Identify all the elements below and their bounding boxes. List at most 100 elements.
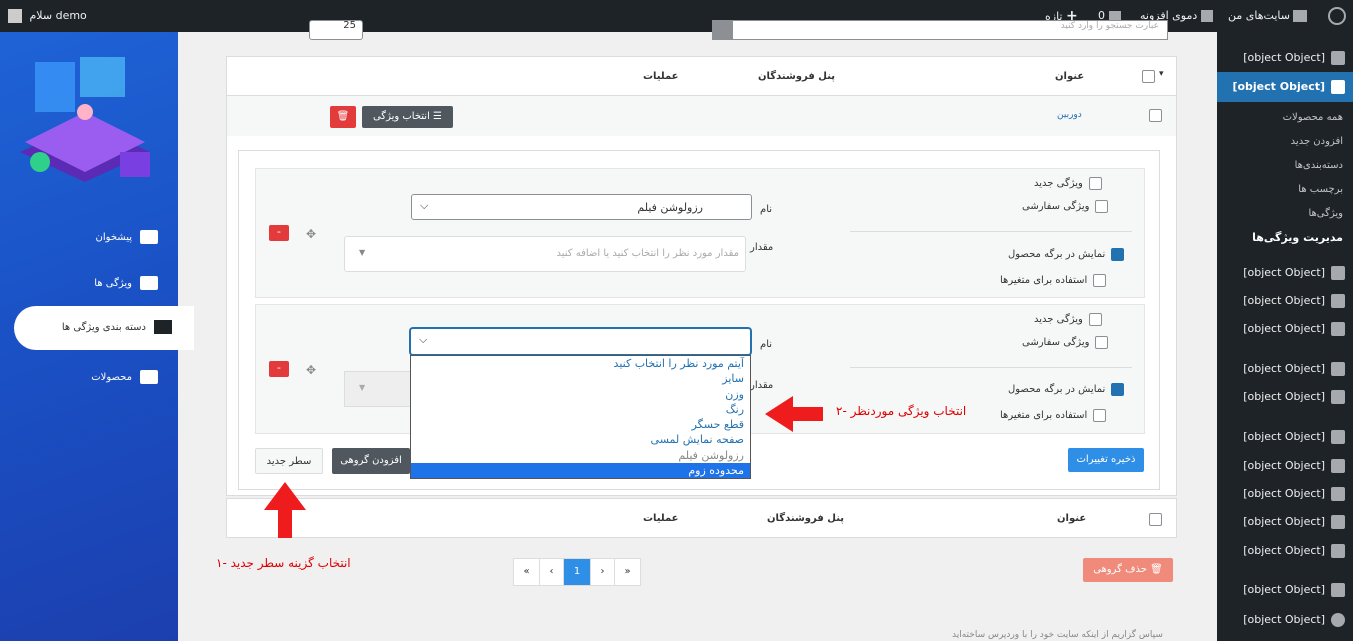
checkbox[interactable] [1093,409,1107,422]
checkbox[interactable] [1095,336,1109,349]
select-all-checkbox[interactable] [1142,70,1155,83]
dropdown-option[interactable]: قطع حسگر [411,417,750,432]
save-changes-button[interactable]: ذخیره تغییرات [1068,448,1144,472]
menu-settings[interactable]: [object Object] [1243,538,1345,564]
menu-woo-persian[interactable]: [object Object] [1243,260,1345,286]
column-vendor[interactable]: پنل فروشندگان [758,71,835,82]
menu-elementor[interactable]: [object Object] [1243,356,1345,382]
admin-menu: [object Object] [object Object] همه محصو… [1217,32,1353,641]
menu-products-active[interactable]: [object Object] [1217,72,1353,102]
column-title[interactable]: عنوان [1057,513,1086,524]
show-on-product-option[interactable]: نمایش در برگه محصول [1008,248,1125,261]
search-button[interactable] [712,20,732,40]
checkbox-checked[interactable] [1111,383,1125,396]
column-actions: عملیات [643,71,679,82]
chevron-down-icon: ⌵ [419,333,428,346]
use-for-variations-option[interactable]: استفاده برای متغیرها [1000,409,1107,422]
menu-collapse[interactable]: [object Object] [1243,607,1345,633]
dropdown-option[interactable]: رزولوشن فیلم [411,448,750,463]
attribute-name-select-open[interactable]: ⌵ [410,328,751,355]
column-title[interactable]: عنوان [1055,71,1084,82]
custom-attr-option[interactable]: ویژگی سفارشی [1022,200,1109,213]
show-on-product-option[interactable]: نمایش در برگه محصول [1008,383,1125,396]
select-attribute-button[interactable]: انتخاب ویژگی ☰ [362,106,453,128]
cart-icon [140,370,158,384]
table-footer: عنوان پنل فروشندگان عملیات [226,498,1177,538]
submenu-categories[interactable]: دسته‌بندی‌ها [1295,160,1343,171]
row-checkbox[interactable] [1149,109,1162,122]
per-page-select[interactable]: 25 [309,20,363,40]
first-page-button[interactable]: « [514,559,540,585]
checkbox[interactable] [1088,177,1102,190]
search-input[interactable]: عبارت جستجو را وارد کنید [732,20,1168,40]
custom-attr-option[interactable]: ویژگی سفارشی [1022,336,1109,349]
footer-text: سپاس گزاریم از اینکه سایت خود را با وردپ… [952,630,1163,640]
user-icon [1331,487,1345,501]
submenu-add-new[interactable]: افزودن جدید [1291,136,1343,147]
new-attr-option[interactable]: ویژگی جدید [1034,177,1102,190]
dropdown-option[interactable]: صفحه نمایش لمسی [411,432,750,447]
checkbox[interactable] [1088,313,1102,326]
menu-elementor-persian[interactable]: [object Object] [1243,424,1345,450]
table-row: دوربین انتخاب ویژگی ☰ 🗑 [226,96,1177,136]
dropdown-option[interactable]: آیتم مورد نظر را انتخاب کنید [411,356,750,371]
menu-aam[interactable]: [object Object] [1243,577,1345,603]
submenu-all-products[interactable]: همه محصولات [1283,112,1343,123]
menu-templates[interactable]: [object Object] [1243,384,1345,410]
menu-users[interactable]: [object Object] [1243,481,1345,507]
divider [850,367,1132,368]
menu-tools[interactable]: [object Object] [1243,509,1345,535]
dropdown-option[interactable]: وزن [411,387,750,402]
remove-row-icon[interactable]: - [269,225,289,241]
menu-label: [object Object] [1243,390,1325,403]
up-arrow-annotation [264,482,306,538]
menu-label: [object Object] [1243,294,1325,307]
prev-page-button[interactable]: ‹ [540,559,564,585]
dropdown-option[interactable]: سایز [411,371,750,386]
column-actions: عملیات [643,513,679,524]
menu-woocommerce[interactable]: [object Object] [1243,45,1345,71]
dropdown-option[interactable]: رنگ [411,402,750,417]
menu-appearance[interactable]: [object Object] [1243,453,1345,479]
row-title-link[interactable]: دوربین [1057,110,1082,120]
sidebar-item-attribute-categories[interactable]: دسته بندی ویژگی ها [14,306,194,350]
attribute-value-select-disabled[interactable]: ▼ [344,371,414,407]
wordpress-logo-icon[interactable] [1328,0,1346,32]
drag-handle-icon[interactable]: ✥ [306,227,316,241]
label: ویژگی جدید [1034,178,1083,189]
wrench-icon [1331,515,1345,529]
checkbox-checked[interactable] [1111,248,1125,261]
new-row-button[interactable]: سطر جدید [255,448,323,474]
user-greeting[interactable]: سلام demo [8,0,87,32]
use-for-variations-option[interactable]: استفاده برای متغیرها [1000,274,1107,287]
list-icon [140,276,158,290]
sidebar-item-attributes[interactable]: ویژگی ها [94,276,158,290]
dropdown-option[interactable]: محدوده زوم [411,463,750,478]
pagination: « ‹ 1 › » [513,558,641,586]
new-attr-option[interactable]: ویژگی جدید [1034,313,1102,326]
attribute-value-select[interactable]: مقدار مورد نظر را انتخاب کنید یا اضافه ک… [344,236,746,272]
next-page-button[interactable]: › [590,559,614,585]
remove-row-icon[interactable]: - [269,361,289,377]
last-page-button[interactable]: » [614,559,640,585]
group-add-button[interactable]: افزودن گروهی [332,448,410,474]
select-all-checkbox[interactable] [1149,513,1162,526]
sidebar-item-products[interactable]: محصولات [91,370,158,384]
drag-handle-icon[interactable]: ✥ [306,363,316,377]
my-sites-link[interactable]: سایت‌های من [1228,0,1308,32]
bulk-delete-button[interactable]: حذف گروهی 🗑 [1083,558,1173,582]
page-1-button[interactable]: 1 [564,559,590,585]
menu-label: [object Object] [1243,487,1325,500]
column-vendor[interactable]: پنل فروشندگان [767,513,844,524]
checkbox[interactable] [1093,274,1107,287]
submenu-manage-attributes[interactable]: مدیریت ویژگی‌ها [1252,231,1343,244]
home-icon [140,230,158,244]
menu-analytics[interactable]: [object Object] [1243,288,1345,314]
delete-icon[interactable]: 🗑 [330,106,356,128]
sidebar-item-dashboard[interactable]: پیشخوان [96,230,158,244]
menu-marketing[interactable]: [object Object] [1243,316,1345,342]
submenu-attributes[interactable]: ویژگی‌ها [1308,208,1343,219]
attribute-name-select[interactable]: رزولوشن فیلم ⌵ [411,194,752,220]
checkbox[interactable] [1095,200,1109,213]
submenu-tags[interactable]: برچسب ها [1298,184,1343,195]
